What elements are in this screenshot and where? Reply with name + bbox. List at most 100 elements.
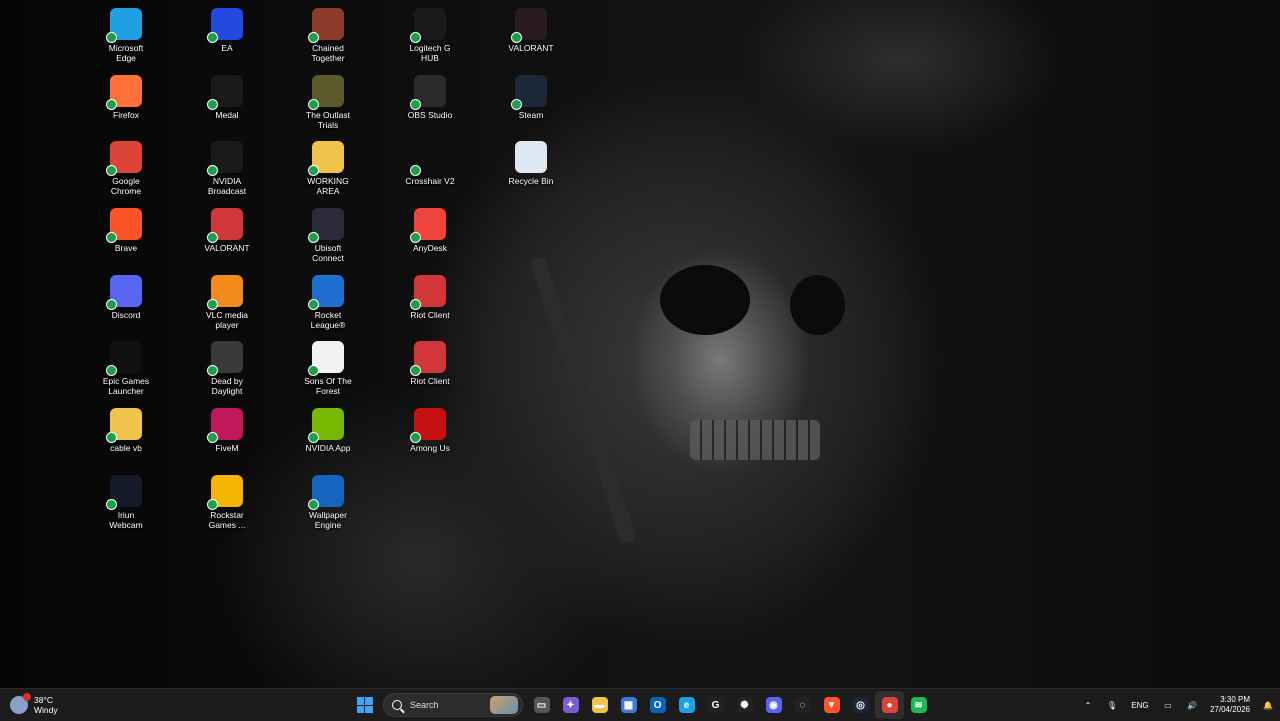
nvidia-broadcast-icon [207,141,243,176]
desktop-shortcut[interactable]: Ubisoft Connect [280,204,376,266]
taskbar-task-view-button[interactable]: ▭ [527,691,556,719]
microphone-icon[interactable]: 🎙 [1100,691,1124,719]
desktop-shortcut-label: cable vb [110,443,142,453]
desktop-shortcut[interactable]: VALORANT [483,4,579,66]
desktop-shortcut[interactable]: AnyDesk [382,204,478,266]
start-button[interactable] [350,691,379,719]
desktop-shortcut-label: AnyDesk [412,243,447,253]
sync-status-icon [511,99,522,110]
desktop-shortcut[interactable]: OBS Studio [382,71,478,133]
sync-status-icon [106,32,117,43]
wallpaper-skull-left-eye [660,265,750,335]
desktop-shortcut[interactable]: cable vb [78,404,174,466]
sync-status-icon [106,165,117,176]
desktop-shortcut[interactable]: Iriun Webcam [78,471,174,533]
desktop-shortcut[interactable]: Microsoft Edge [78,4,174,66]
desktop-shortcut[interactable]: EA [179,4,275,66]
desktop-shortcut[interactable]: Riot Client [382,337,478,399]
search-icon [392,700,402,710]
outlast-trials-icon [308,75,344,110]
desktop-shortcut-label: Dead by Daylight [211,376,243,396]
volume-icon[interactable]: 🔊 [1180,691,1204,719]
rockstar-icon [207,475,243,510]
desktop-shortcut[interactable]: Riot Client [382,271,478,333]
sync-status-icon [410,232,421,243]
desktop-shortcut[interactable]: Dead by Daylight [179,337,275,399]
desktop-shortcut[interactable]: Google Chrome [78,137,174,199]
taskbar-chrome-button[interactable]: ● [875,691,904,719]
taskbar-edge-button[interactable]: e [672,691,701,719]
desktop-shortcut-label: Riot Client [410,376,450,386]
desktop-shortcut[interactable]: Among Us [382,404,478,466]
taskbar-center: Search ▭ ✦ ▬ ▦ Oe G ✺ ◉ ◌ ▼ ◎ ● ≋ [350,691,933,719]
desktop-shortcut-label: VLC media player [205,310,249,330]
desktop-shortcut[interactable]: FiveM [179,404,275,466]
taskbar-logitech-ghub-button[interactable]: G [701,691,730,719]
desktop-shortcut[interactable]: Epic Games Launcher [78,337,174,399]
sync-status-icon [106,299,117,310]
taskbar-steelseries-button[interactable]: ✺ [730,691,759,719]
desktop-shortcut-label: Epic Games Launcher [102,376,150,396]
desktop-shortcut[interactable]: Crosshair V2 [382,137,478,199]
desktop-shortcut-label: Steam [518,110,544,120]
weather-icon [10,693,31,714]
desktop-shortcut[interactable]: Chained Together [280,4,376,66]
riot-icon [207,208,243,243]
show-hidden-icons-chevron-icon[interactable]: ⌃ [1076,691,1100,719]
desktop-shortcut[interactable]: Recycle Bin [483,137,579,199]
sync-status-icon [308,365,319,376]
desktop-shortcut-label: Wallpaper Engine [309,510,347,530]
taskbar-brave-button[interactable]: ▼ [817,691,846,719]
desktop-shortcut[interactable]: Rocket League® [280,271,376,333]
sync-status-icon [410,32,421,43]
desktop-shortcut[interactable]: VLC media player [179,271,275,333]
desktop-shortcut[interactable]: NVIDIA Broadcast [179,137,275,199]
desktop-shortcut-label: EA [221,43,233,53]
desktop-shortcut[interactable]: Steam [483,71,579,133]
desktop-shortcut[interactable]: WORKING AREA [280,137,376,199]
wallpaper-skull-right-eye [790,275,845,335]
sync-status-icon [308,32,319,43]
desktop-shortcut[interactable]: Firefox [78,71,174,133]
obs-icon [410,75,446,110]
taskbar-spotify-button[interactable]: ≋ [904,691,933,719]
desktop-shortcut-label: WORKING AREA [307,176,349,196]
desktop-shortcut[interactable]: Wallpaper Engine [280,471,376,533]
taskbar-search[interactable]: Search [383,693,523,717]
weather-alert-icon [23,693,31,701]
sync-status-icon [308,99,319,110]
desktop-shortcut-label: NVIDIA Broadcast [207,176,247,196]
clock[interactable]: 3:30 PM 27/04/2026 [1204,691,1256,719]
sync-status-icon [106,365,117,376]
desktop-shortcut[interactable]: The Outlast Trials [280,71,376,133]
weather-widget[interactable]: 38°C Windy [10,691,58,719]
desktop-shortcut[interactable]: Brave [78,204,174,266]
taskbar-crosshair-button[interactable]: ◌ [788,691,817,719]
desktop-shortcut[interactable]: Rockstar Games ... [179,471,275,533]
logitech-icon [410,8,446,43]
taskbar-microsoft-store-button[interactable]: ▦ [614,691,643,719]
notifications-bell-icon[interactable]: 🔔 [1256,691,1280,719]
taskbar-outlook-button[interactable]: O [643,691,672,719]
taskbar-discord-button[interactable]: ◉ [759,691,788,719]
valorant-icon [511,8,547,43]
crosshair-icon [410,141,446,176]
taskbar-steam-button[interactable]: ◎ [846,691,875,719]
desktop-shortcut[interactable]: VALORANT [179,204,275,266]
edge-icon: e [678,697,695,713]
language-indicator[interactable]: ENG [1124,691,1156,719]
taskbar-copilot-button[interactable]: ✦ [556,691,585,719]
desktop-shortcut[interactable]: NVIDIA App [280,404,376,466]
desktop-shortcut[interactable]: Sons Of The Forest [280,337,376,399]
riot-icon [410,341,446,376]
sync-status-icon [410,165,421,176]
sync-status-icon [207,99,218,110]
desktop-shortcut[interactable]: Logitech G HUB [382,4,478,66]
taskbar-file-explorer-button[interactable]: ▬ [585,691,614,719]
sync-status-icon [410,365,421,376]
network-icon[interactable]: ▭ [1156,691,1180,719]
desktop-shortcut[interactable]: Medal [179,71,275,133]
desktop-shortcut[interactable]: Discord [78,271,174,333]
recycle-bin-icon [515,141,547,173]
desktop-shortcut-label: Firefox [113,110,139,120]
